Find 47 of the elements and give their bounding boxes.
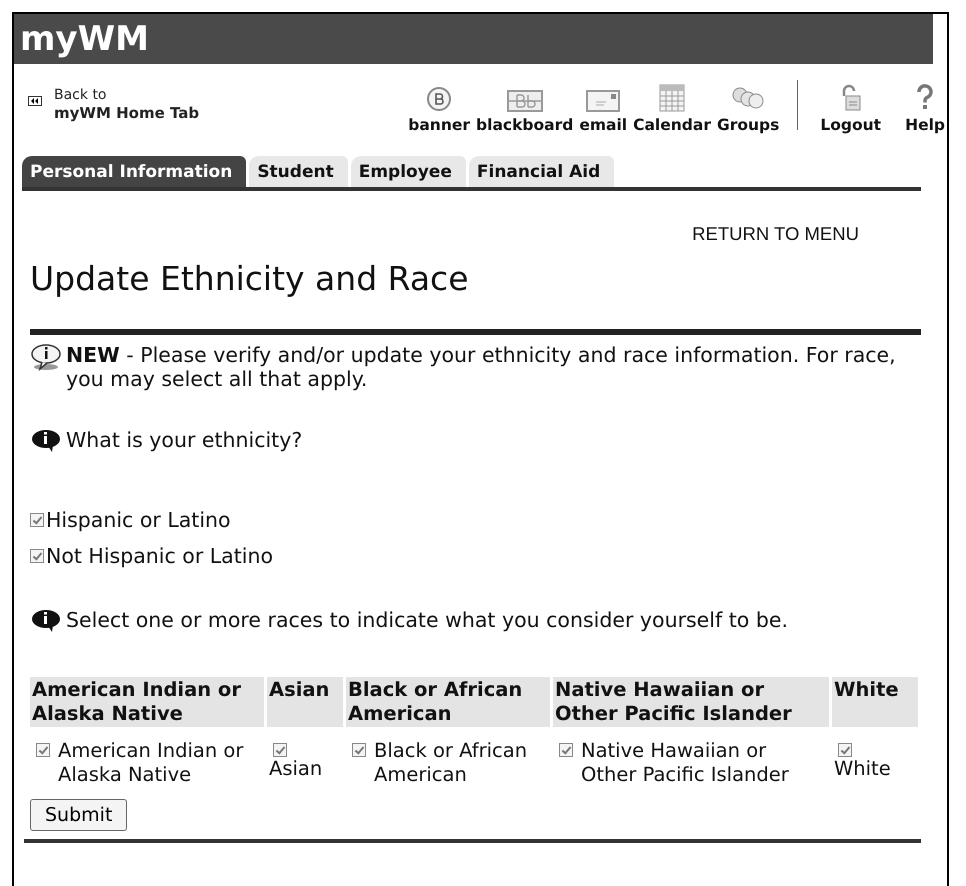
option-label: Black or African American	[374, 739, 528, 787]
option-label: Hispanic or Latino	[46, 507, 231, 533]
checkbox[interactable]	[30, 549, 44, 563]
letter-b-icon	[426, 86, 452, 112]
checkbox[interactable]	[559, 743, 573, 757]
tab[interactable]: Financial Aid	[468, 156, 614, 187]
option-label: Native Hawaiian or Other Pacific Islander	[581, 739, 790, 787]
checkbox[interactable]	[838, 743, 852, 757]
info-bubble-icon	[30, 428, 62, 452]
envelope-icon	[586, 90, 620, 112]
checkbox[interactable]	[36, 743, 50, 757]
logo: myWM	[20, 22, 149, 56]
toolbar-link[interactable]: email	[579, 76, 628, 134]
return-link[interactable]: RETURN TO MENU	[692, 223, 859, 245]
calendar-icon	[659, 84, 686, 112]
tab[interactable]: Student	[249, 156, 348, 187]
question-text: Select one or more races to indicate what you consider yourself to be.	[66, 607, 788, 633]
option-label: White	[834, 757, 891, 781]
info-bubble-icon	[30, 343, 62, 371]
toolbar-link[interactable]: banner	[408, 76, 470, 134]
checkbox[interactable]	[352, 743, 366, 757]
column-header: Asian	[267, 677, 343, 727]
checkbox[interactable]	[273, 743, 287, 757]
toolbar-link[interactable]: blackboard	[476, 76, 574, 134]
back-link[interactable]: Back to myWM Home Tab	[54, 86, 200, 123]
toolbar-link[interactable]: Help	[905, 76, 945, 134]
help-icon	[916, 84, 934, 112]
toolbar-link[interactable]: Calendar	[633, 76, 711, 134]
question-text: What is your ethnicity?	[66, 427, 302, 453]
info-bubble-icon	[30, 608, 62, 632]
option-label: Asian	[269, 757, 322, 781]
column-header: American Indian or Alaska Native	[30, 677, 264, 727]
checkbox[interactable]	[30, 513, 44, 527]
tab[interactable]: Employee	[350, 156, 466, 187]
notice-text: NEW - Please verify and/or update your ethnicity and race information. For race, you may select all that apply.	[66, 343, 897, 391]
option-label: Not Hispanic or Latino	[46, 543, 274, 569]
submit-button[interactable]: Submit	[30, 799, 128, 831]
page-title: Update Ethnicity and Race	[30, 259, 470, 299]
column-header: White	[832, 677, 918, 727]
toolbar-link[interactable]: Logout	[820, 76, 882, 134]
option-label: American Indian or Alaska Native	[58, 739, 244, 787]
column-header: Native Hawaiian or Other Pacific Islander	[553, 677, 829, 727]
toolbar-link[interactable]: Groups	[717, 76, 780, 134]
bb-icon	[506, 90, 543, 112]
column-header: Black or African American	[346, 677, 550, 727]
rewind-icon[interactable]	[28, 96, 42, 106]
tab[interactable]: Personal Information	[22, 156, 246, 187]
